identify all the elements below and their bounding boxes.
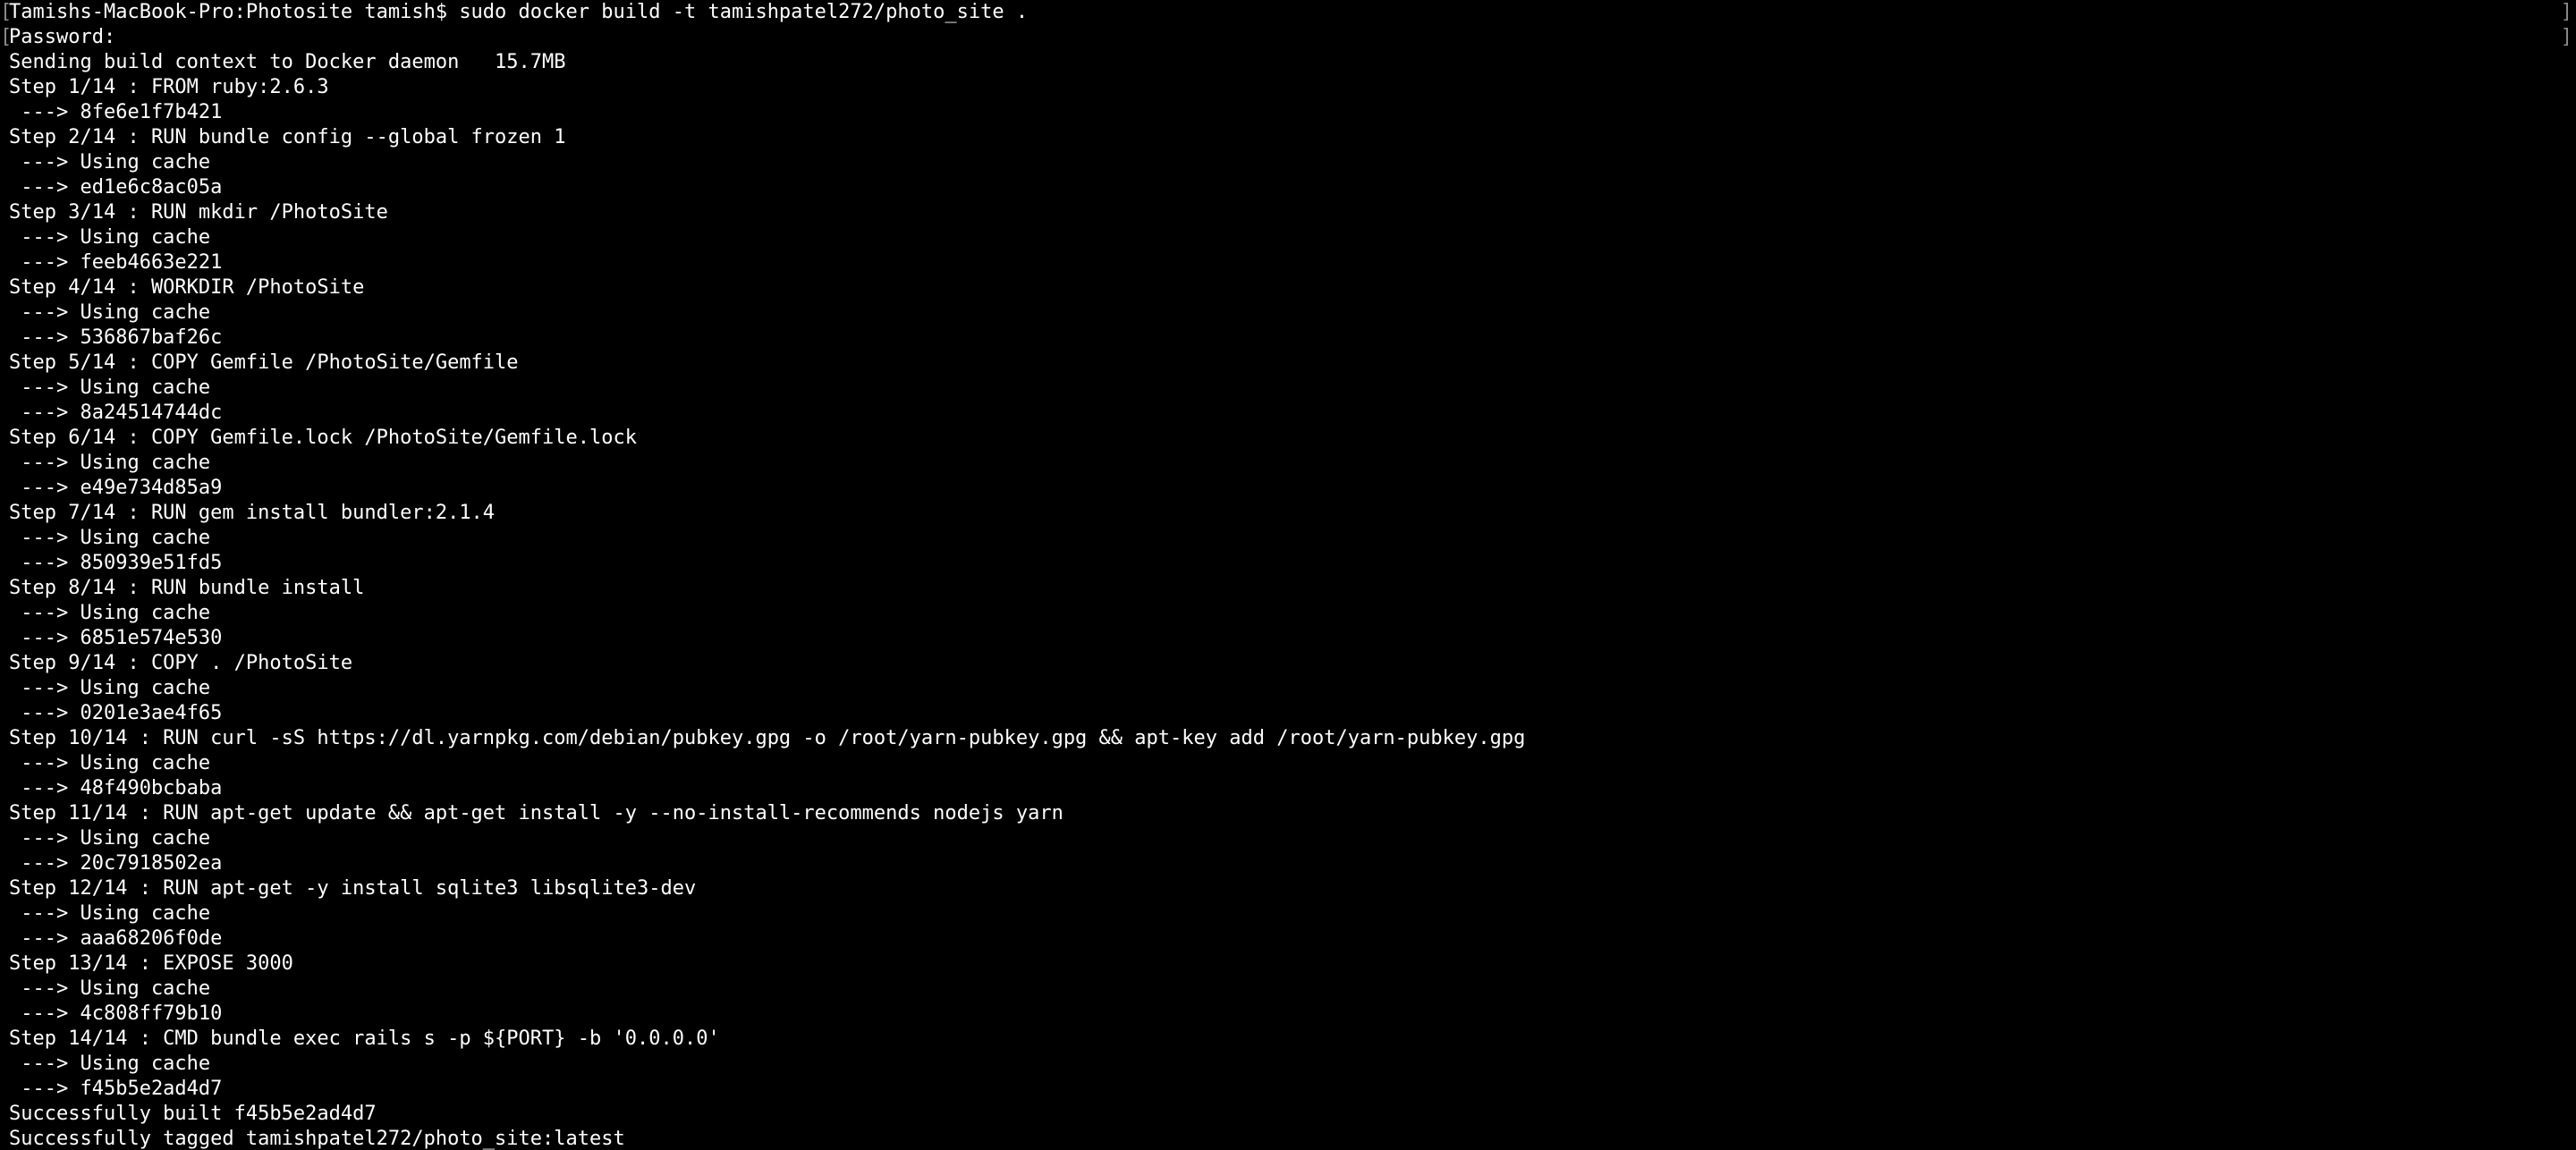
terminal-line: ---> 8a24514744dc [9,402,223,424]
terminal-line: Step 8/14 : RUN bundle install [9,577,365,599]
terminal-line: ---> Using cache [9,301,211,324]
terminal-line: ---> 0201e3ae4f65 [9,702,223,724]
terminal-line: ---> Using cache [9,452,211,474]
mark-bracket-right: ] [2560,26,2572,48]
terminal-line-prompt-command: Tamishs-MacBook-Pro:Photosite tamish$ su… [9,1,1029,23]
terminal-line: Step 12/14 : RUN apt-get -y install sqli… [9,877,697,900]
terminal-line: Step 13/14 : EXPOSE 3000 [9,952,293,975]
terminal-line-success-tagged: Successfully tagged tamishpatel272/photo… [9,1128,625,1150]
terminal-line: ---> Using cache [9,977,211,1000]
terminal-line: ---> f45b5e2ad4d7 [9,1078,223,1100]
terminal-line: Step 14/14 : CMD bundle exec rails s -p … [9,1027,720,1050]
terminal-line: ---> feeb4663e221 [9,251,223,274]
terminal-line: ---> 850939e51fd5 [9,552,223,574]
terminal-line: ---> 20c7918502ea [9,852,223,875]
terminal-line: ---> Using cache [9,902,211,925]
terminal-line: ---> 536867baf26c [9,326,223,349]
terminal-line: Step 10/14 : RUN curl -sS https://dl.yar… [9,727,1526,749]
terminal-line: ---> Using cache [9,527,211,549]
terminal-line: ---> e49e734d85a9 [9,477,223,499]
terminal-line: ---> Using cache [9,1053,211,1075]
terminal-line: ---> 4c808ff79b10 [9,1002,223,1025]
terminal-line: Step 4/14 : WORKDIR /PhotoSite [9,276,365,299]
terminal-line: ---> Using cache [9,376,211,399]
mark-bracket-right: ] [2560,1,2572,23]
terminal-line: Step 9/14 : COPY . /PhotoSite [9,652,353,674]
terminal-line: Sending build context to Docker daemon 1… [9,51,566,73]
terminal-line: ---> Using cache [9,677,211,699]
terminal-output: Tamishs-MacBook-Pro:Photosite tamish$ su… [9,0,2576,1150]
terminal-line: ---> Using cache [9,151,211,173]
terminal-line: ---> aaa68206f0de [9,927,223,950]
terminal-line: Step 7/14 : RUN gem install bundler:2.1.… [9,502,496,524]
terminal-line: Step 11/14 : RUN apt-get update && apt-g… [9,802,1063,824]
terminal-line: ---> Using cache [9,226,211,249]
terminal-line: Step 3/14 : RUN mkdir /PhotoSite [9,201,388,224]
terminal-line: ---> Using cache [9,752,211,774]
terminal-window[interactable]: [ [ ] ] Tamishs-MacBook-Pro:Photosite ta… [0,0,2576,1150]
terminal-line: Step 5/14 : COPY Gemfile /PhotoSite/Gemf… [9,351,519,374]
terminal-line: ---> 6851e574e530 [9,627,223,649]
terminal-line: ---> 48f490bcbaba [9,777,223,799]
terminal-line: Step 6/14 : COPY Gemfile.lock /PhotoSite… [9,427,637,449]
terminal-line-password: Password: [9,26,116,48]
mark-bracket-left: [ [0,26,13,48]
terminal-line-success-built: Successfully built f45b5e2ad4d7 [9,1103,377,1125]
terminal-line: ---> Using cache [9,602,211,624]
terminal-line: ---> 8fe6e1f7b421 [9,101,223,123]
terminal-line: Step 2/14 : RUN bundle config --global f… [9,126,566,148]
mark-bracket-left: [ [0,1,13,23]
terminal-line: Step 1/14 : FROM ruby:2.6.3 [9,76,329,98]
terminal-line: ---> Using cache [9,827,211,850]
terminal-line: ---> ed1e6c8ac05a [9,176,223,199]
